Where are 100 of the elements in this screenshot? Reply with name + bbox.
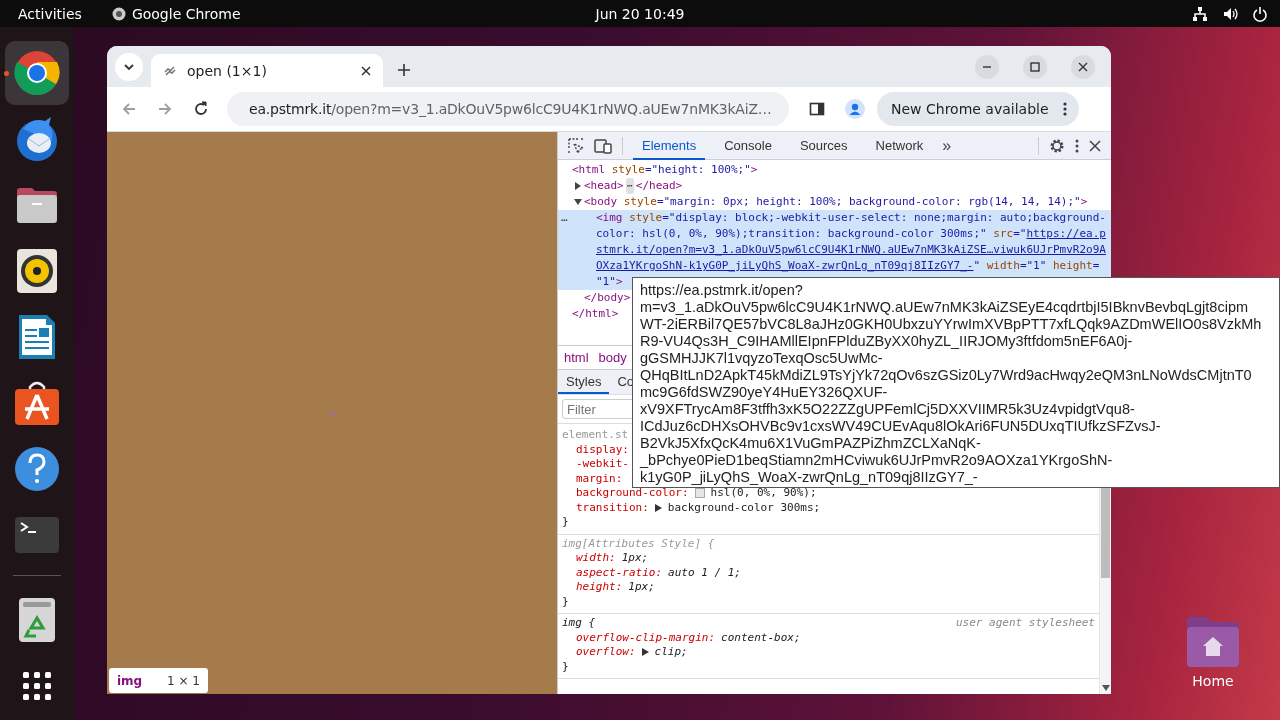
tab-title: open (1×1) (187, 62, 268, 79)
devtools-tab[interactable]: Elements (633, 131, 706, 160)
css-selector: img { (562, 616, 596, 631)
css-selector: element.st (562, 428, 629, 443)
dom-line: <head> (584, 178, 624, 194)
css-value[interactable]: 1px; (621, 551, 649, 566)
tooltip-line: https://ea.pstmrk.it/open? (640, 282, 804, 299)
chrome-icon[interactable] (13, 49, 61, 97)
app-menu[interactable]: Google Chrome (111, 5, 241, 22)
close-icon[interactable] (361, 65, 371, 76)
link-icon (163, 63, 177, 78)
css-value[interactable]: clip; (654, 645, 688, 660)
css-property[interactable]: -webkit- (576, 457, 629, 472)
help-icon[interactable] (13, 445, 61, 493)
close-icon[interactable] (1089, 139, 1101, 152)
tooltip-line: m=v3_1.aDkOuV5pw6lcC9U4K1rNWQ.aUEw7nMK3kAiZSEyE4cqdrtbjI5IBknvBevbqLgjt8cipm (640, 299, 1250, 316)
tooltip-line: ICdJuz6cDHXsOHVBc9v1cxsWV49CUEvAqu8lOkAri6FUN5DUxqTIUfkzSFZvsJ- (640, 418, 1162, 435)
tooltip-line: WT-2iERBil7QE57bVC8L8aJHz0GKH0UbxzuYYrwImXVBpPTT7xfLQqk9AZDmWElIO0s8VzkMh (640, 316, 1263, 333)
close-button[interactable] (1071, 55, 1095, 79)
dom-line: color: hsl(0, 0%, 90%);transition: background-color 300ms;" src="https://ea.p (596, 226, 1106, 242)
attribute-link[interactable]: stmrk.it/open?m=v3_1.aDkOuV5pw6lcC9U4K1rNWQ.aUEw7nMK3kAiZSE…viwuk6UJrPmvR2o9A (596, 243, 1106, 256)
inspect-icon[interactable] (568, 137, 584, 154)
css-property[interactable]: width: (576, 551, 616, 566)
ellipsis-button[interactable]: ⋯ (625, 178, 634, 194)
element-tag: img (117, 673, 143, 688)
css-property[interactable]: overflow: (576, 645, 636, 660)
closing-brace: } (562, 515, 570, 530)
address-bar[interactable]: ea.pstmrk.it/open?m=v3_1.aDkOuV5pw6lcC9U4K1rNWQ.aUEw7nMK3kAiZ… (227, 92, 789, 126)
css-property[interactable]: transition: (576, 500, 649, 515)
attribute-link[interactable]: OXza1YKrgoShN-k1yG0P_jiLyQhS_WoaX-zwrQnLg_nT09qj8IIzGY7_- (596, 259, 974, 272)
attribute-link[interactable]: https://ea.p (1026, 227, 1106, 240)
profile-icon[interactable] (845, 99, 865, 119)
css-value[interactable]: content-box; (721, 630, 801, 645)
url-text: ea.pstmrk.it/open?m=v3_1.aDkOuV5pw6lcC9U4K1rNWQ.aUEw7nMK3kAiZ… (249, 101, 772, 117)
closing-brace: } (562, 659, 570, 674)
css-property[interactable]: background-color: (576, 486, 689, 501)
dom-line: </html> (572, 306, 619, 322)
power-icon[interactable] (1252, 5, 1268, 22)
settings-icon[interactable] (1049, 137, 1065, 154)
css-selector: img[Attributes Style] { (562, 536, 715, 551)
dock-item[interactable] (5, 41, 69, 105)
tooltip-line: R9-VU4Qs3H_C9IHAMllEIpnFPlduZByXX0hyZL_IIRJOMy3ftfdom5nEF6A0j- (640, 333, 1134, 350)
close-icon (1076, 60, 1090, 74)
minimize-button[interactable] (975, 55, 999, 79)
css-property[interactable]: height: (576, 580, 623, 595)
activities-button[interactable]: Activities (18, 5, 82, 22)
clock[interactable]: Jun 20 10:49 (595, 5, 685, 22)
back-icon[interactable] (121, 101, 137, 117)
dom-line: <body style="margin: 0px; height: 100%; background-color: rgb(14, 14, 14);"> (584, 194, 1088, 210)
breadcrumb[interactable]: body (598, 350, 627, 365)
closing-brace: } (562, 594, 570, 609)
shopping-bag-icon[interactable] (13, 379, 61, 427)
side-panel-icon[interactable] (809, 101, 825, 117)
breadcrumb[interactable]: html (564, 350, 589, 365)
dom-line: </body> (584, 290, 631, 306)
css-value[interactable]: auto 1 / 1; (668, 565, 741, 580)
forward-icon[interactable] (157, 101, 173, 117)
more-icon[interactable] (1062, 102, 1067, 116)
element-size: 1 × 1 (167, 673, 200, 688)
dom-line: <img style="display: block;-webkit-user-select: none;margin: auto;background- (596, 210, 1106, 226)
devtools-tab[interactable]: Sources (790, 131, 857, 160)
dom-line: OXza1YKrgoShN-k1yG0P_jiLyQhS_WoaX-zwrQnLg_nT09qj8IIzGY7_-" width="1" height= (596, 258, 1100, 274)
collapsed-triangle-icon[interactable] (574, 182, 582, 190)
more-tabs-button[interactable]: » (942, 136, 952, 155)
network-icon[interactable] (1192, 5, 1208, 22)
tab-search-button[interactable] (115, 53, 143, 81)
css-value[interactable]: hsl(0, 0%, 90%); (710, 486, 817, 501)
expand-triangle-icon[interactable] (641, 648, 649, 657)
update-button[interactable]: New Chrome available (877, 92, 1079, 126)
dom-line: <html style="height: 100%;"> (572, 162, 758, 178)
expanded-triangle-icon[interactable] (574, 198, 582, 206)
running-indicator (4, 71, 9, 76)
expand-triangle-icon[interactable] (654, 503, 662, 512)
maximize-button[interactable] (1023, 55, 1047, 79)
css-property[interactable]: overflow-clip-margin: (576, 630, 716, 645)
new-tab-icon[interactable] (397, 63, 411, 77)
devtools-tab[interactable]: Network (866, 131, 933, 160)
css-property[interactable]: aspect-ratio: (576, 565, 663, 580)
devtools-tab[interactable]: Console (715, 131, 781, 160)
more-icon[interactable] (1075, 138, 1079, 153)
css-property[interactable]: margin: (576, 471, 623, 486)
highlighted-image (330, 411, 334, 415)
device-icon[interactable] (594, 137, 612, 154)
css-property[interactable]: display: (576, 442, 629, 457)
tooltip-line: k1yG0P_jiLyQhS_WoaX-zwrQnLg_nT09qj8IIzGY7_- (640, 469, 979, 486)
home-label[interactable]: Home (1192, 673, 1234, 689)
reload-icon[interactable] (193, 101, 209, 117)
color-swatch[interactable] (694, 488, 705, 499)
browser-tab[interactable]: open (1×1) (151, 54, 383, 87)
dom-line: "1"> (596, 274, 623, 290)
tooltip-line: QHqBItLnD2ApkT45kMdiZL9TsYjYk72qOv6szGSiz0Ly7Wrd9acHwqy2eQM3nLNoWdsCMjtnT0 (640, 367, 1253, 384)
css-value[interactable]: background-color 300ms; (667, 500, 821, 515)
styles-tab[interactable]: Styles (558, 370, 610, 394)
tooltip-line: gGSMHJJK7l1vqyzoTexqOsc5UwMc- (640, 350, 884, 367)
stylesheet-origin[interactable]: user agent stylesheet (955, 616, 1095, 631)
home-folder-icon[interactable] (1185, 615, 1241, 667)
scroll-down-icon[interactable] (1101, 685, 1110, 691)
css-value[interactable]: 1px; (628, 580, 655, 595)
row-menu-button[interactable]: … (561, 210, 568, 226)
dom-line: </head> (635, 178, 683, 194)
